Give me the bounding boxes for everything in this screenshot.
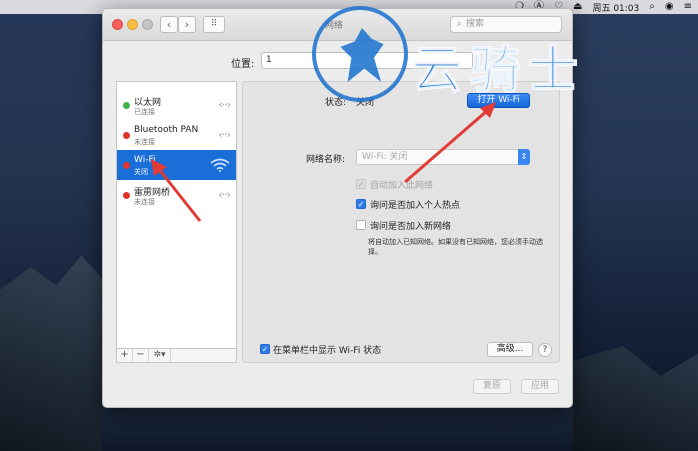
annotation-arrows [151,102,496,222]
arrow-to-wifi-service [151,159,202,222]
arrow-to-wifi-on-button [404,102,496,184]
